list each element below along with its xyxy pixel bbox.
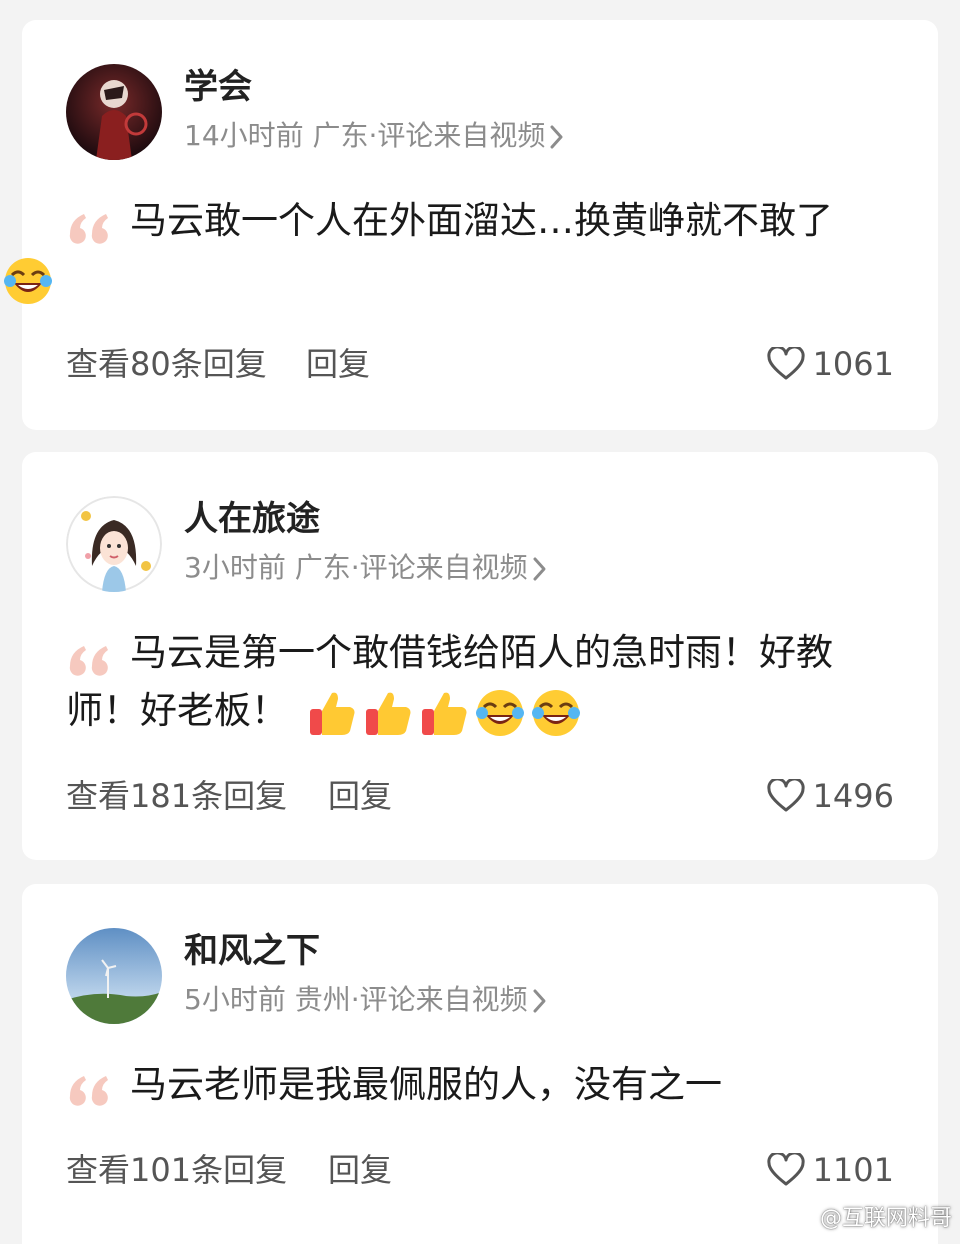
heart-icon [766,1153,805,1186]
comment-text: 马云老师是我最佩服的人，没有之一 [66,1056,896,1114]
view-replies-link[interactable]: 查看181条回复 [66,774,287,818]
heart-icon [766,779,805,812]
reply-button[interactable]: 回复 [328,1148,392,1192]
username[interactable]: 和风之下 [184,928,320,974]
comment-meta[interactable]: 5小时前 贵州·评论来自视频 [184,980,548,1020]
comment-card: 人在旅途 3小时前 广东·评论来自视频 马云是第一个敢借钱给陌人的急时雨！好教师… [22,452,938,860]
thumbs-up-emoji [310,692,355,735]
view-replies-link[interactable]: 查看101条回复 [66,1148,287,1192]
comment-text: 马云是第一个敢借钱给陌人的急时雨！好教师！好老板！ [66,624,896,740]
like-count: 1496 [812,777,894,815]
chevron-right-icon [533,557,546,581]
comment-meta[interactable]: 14小时前 广东·评论来自视频 [184,116,565,156]
heart-icon [766,347,805,380]
like-button[interactable]: 1061 [766,342,894,386]
like-count: 1101 [812,1151,894,1189]
reply-button[interactable]: 回复 [328,774,392,818]
chevron-right-icon [550,125,563,149]
watermark: @互联网料哥 [788,1200,952,1232]
avatar[interactable] [66,64,162,160]
grin-sweat-emoji [4,257,52,304]
comment-text: 马云敢一个人在外面溜达…换黄峥就不敢了 [4,192,896,308]
username[interactable]: 学会 [184,64,252,110]
comment-card: 学会 14小时前 广东·评论来自视频 马云敢一个人在外面溜达…换黄峥就不敢了 查… [4,20,938,430]
comment-text-content: 马云老师是我最佩服的人，没有之一 [130,1063,722,1106]
comment-text-content: 马云敢一个人在外面溜达…换黄峥就不敢了 [130,199,833,242]
avatar[interactable] [66,928,162,1024]
avatar[interactable] [66,496,162,592]
comment-meta[interactable]: 3小时前 广东·评论来自视频 [184,548,548,588]
avatar-image [66,496,162,592]
chevron-right-icon [533,989,546,1013]
grin-sweat-emoji [476,689,524,736]
like-count: 1061 [812,345,894,383]
reply-button[interactable]: 回复 [306,342,370,386]
meta-text: 3小时前 广东·评论来自视频 [184,551,528,584]
meta-text: 14小时前 广东·评论来自视频 [184,119,546,152]
username[interactable]: 人在旅途 [184,496,320,542]
view-replies-link[interactable]: 查看80条回复 [66,342,267,386]
thumbs-up-emoji [422,692,467,735]
watermark-text: @互联网料哥 [819,1206,952,1231]
like-button[interactable]: 1496 [766,774,894,818]
avatar-image [66,928,162,1024]
comment-card: 和风之下 5小时前 贵州·评论来自视频 马云老师是我最佩服的人，没有之一 查看1… [22,884,938,1244]
meta-text: 5小时前 贵州·评论来自视频 [184,983,528,1016]
grin-sweat-emoji [532,689,580,736]
avatar-image [66,64,162,160]
like-button[interactable]: 1101 [766,1148,894,1192]
thumbs-up-emoji [366,692,411,735]
weibo-logo-icon [788,1207,814,1227]
